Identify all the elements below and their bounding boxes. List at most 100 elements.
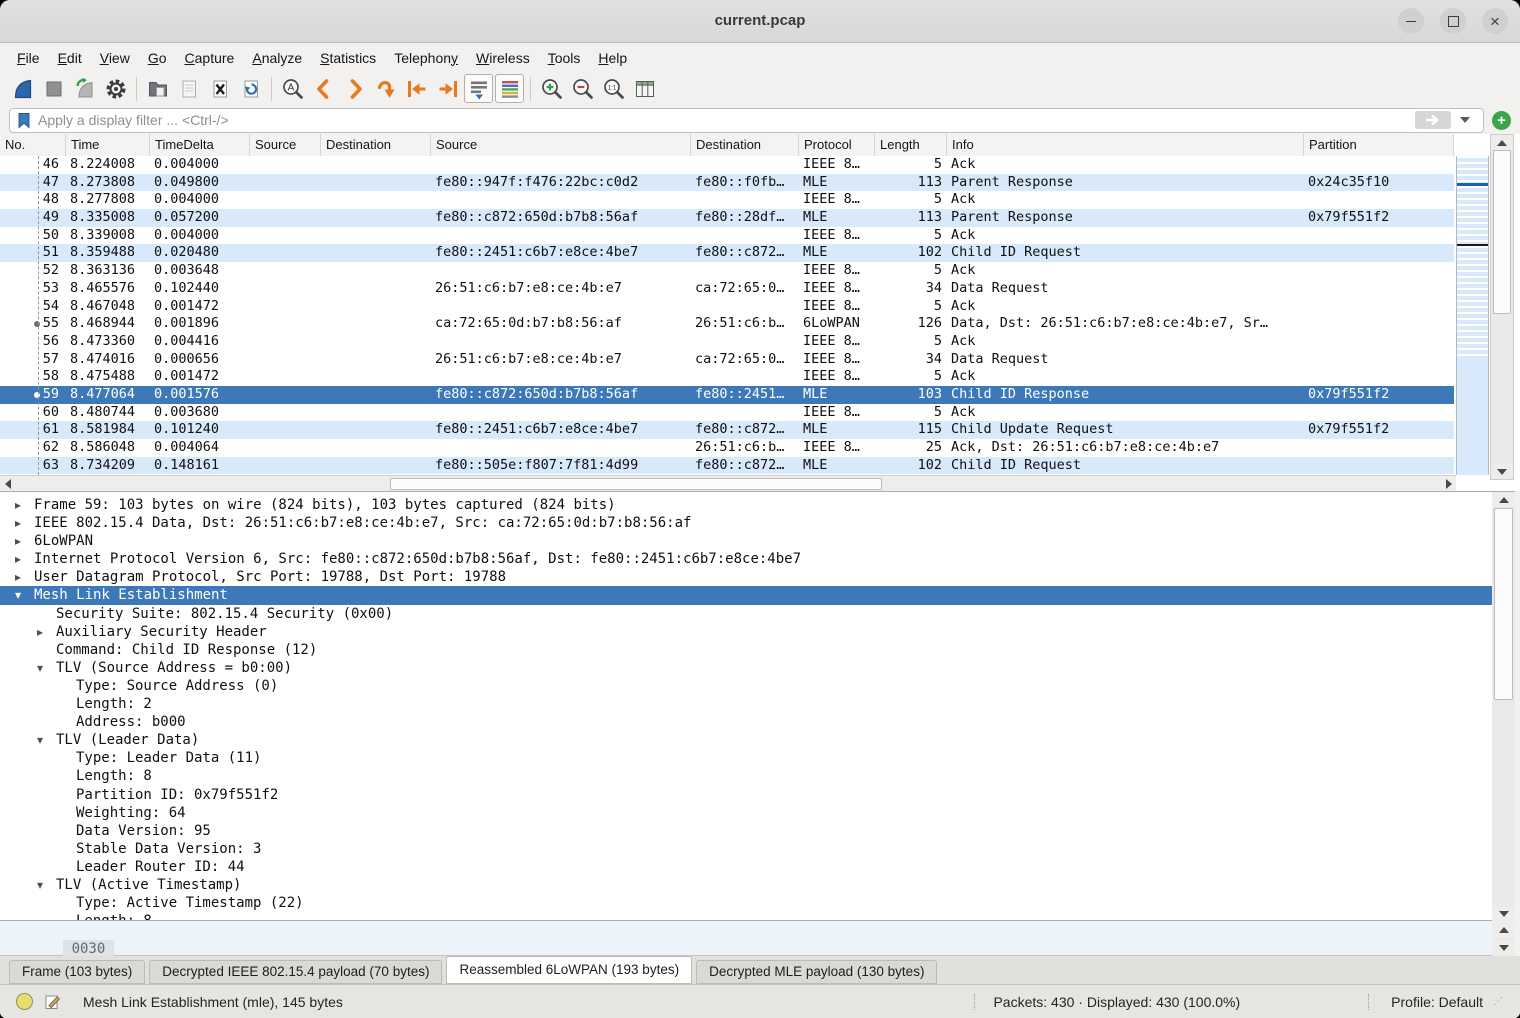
detail-line[interactable]: Partition ID: 0x79f551f2	[0, 786, 1492, 804]
detail-line[interactable]: Length: 8	[0, 912, 1492, 921]
details-vscrollbar[interactable]	[1492, 491, 1515, 921]
expander-closed-icon[interactable]: ▸	[15, 532, 21, 550]
packet-list-minimap[interactable]	[1456, 156, 1489, 475]
scroll-thumb[interactable]	[1493, 150, 1511, 314]
scroll-down-arrow[interactable]	[1491, 464, 1513, 479]
menu-file[interactable]: File	[8, 47, 49, 69]
display-filter-input[interactable]: Apply a display filter ... <Ctrl-/>	[9, 108, 1484, 133]
column-header-source[interactable]: Source	[431, 134, 691, 156]
stop-capture-button[interactable]	[39, 74, 68, 103]
status-profile[interactable]: Profile: Default	[1368, 994, 1483, 1010]
detail-line[interactable]: Weighting: 64	[0, 804, 1492, 822]
packet-row-54[interactable]: 548.4670480.001472IEEE 8…5Ack	[0, 298, 1454, 316]
packet-row-61[interactable]: 618.5819840.101240fe80::2451:c6b7:e8ce:4…	[0, 421, 1454, 439]
menu-help[interactable]: Help	[589, 47, 636, 69]
packet-list-hscrollbar[interactable]	[0, 475, 1456, 491]
column-header-source[interactable]: Source	[250, 134, 321, 156]
detail-line[interactable]: Type: Leader Data (11)	[0, 749, 1492, 767]
zoom-original-button[interactable]: 1:1	[599, 74, 628, 103]
close-file-button[interactable]	[205, 74, 234, 103]
column-header-time[interactable]: Time	[66, 134, 150, 156]
add-filter-button[interactable]: +	[1492, 111, 1511, 130]
filter-bookmark-icon[interactable]	[17, 112, 31, 129]
menu-telephony[interactable]: Telephony	[385, 47, 467, 69]
menu-view[interactable]: View	[91, 47, 139, 69]
column-header-destination[interactable]: Destination	[691, 134, 799, 156]
column-header-info[interactable]: Info	[947, 134, 1304, 156]
detail-line[interactable]: Type: Active Timestamp (22)	[0, 894, 1492, 912]
packet-row-50[interactable]: 508.3390080.004000IEEE 8…5Ack	[0, 227, 1454, 245]
packet-row-56[interactable]: 568.4733600.004416IEEE 8…5Ack	[0, 333, 1454, 351]
find-packet-button[interactable]: A	[278, 74, 307, 103]
menu-tools[interactable]: Tools	[539, 47, 590, 69]
expander-closed-icon[interactable]: ▸	[37, 623, 43, 641]
go-to-packet-button[interactable]	[371, 74, 400, 103]
scroll-up-arrow[interactable]	[1492, 922, 1515, 938]
menu-edit[interactable]: Edit	[49, 47, 91, 69]
titlebar[interactable]: current.pcap ×	[0, 0, 1520, 43]
column-header-destination[interactable]: Destination	[321, 134, 431, 156]
packet-row-52[interactable]: 528.3631360.003648IEEE 8…5Ack	[0, 262, 1454, 280]
detail-line[interactable]: ▾TLV (Source Address = b0:00)	[0, 659, 1492, 677]
packet-row-53[interactable]: 538.4655760.10244026:51:c6:b7:e8:ce:4b:e…	[0, 280, 1454, 298]
scroll-down-arrow[interactable]	[1492, 940, 1515, 956]
packet-row-57[interactable]: 578.4740160.00065626:51:c6:b7:e8:ce:4b:e…	[0, 351, 1454, 369]
scroll-right-arrow[interactable]	[1441, 476, 1456, 491]
packet-row-47[interactable]: 478.2738080.049800fe80::947f:f476:22bc:c…	[0, 174, 1454, 192]
scroll-left-arrow[interactable]	[0, 476, 15, 491]
packet-row-59[interactable]: 598.4770640.001576fe80::c872:650d:b7b8:5…	[0, 386, 1454, 404]
byte-tab[interactable]: Frame (103 bytes)	[9, 960, 145, 984]
detail-line[interactable]: Command: Child ID Response (12)	[0, 641, 1492, 659]
close-button[interactable]: ×	[1482, 8, 1508, 34]
capture-comment-icon[interactable]	[45, 994, 61, 1010]
packet-row-48[interactable]: 488.2778080.004000IEEE 8…5Ack	[0, 191, 1454, 209]
detail-line[interactable]: ▸Auxiliary Security Header	[0, 623, 1492, 641]
packet-list-vscrollbar[interactable]	[1490, 134, 1514, 480]
detail-line[interactable]: Stable Data Version: 3	[0, 840, 1492, 858]
packet-row-55[interactable]: 558.4689440.001896ca:72:65:0d:b7:b8:56:a…	[0, 315, 1454, 333]
first-packet-button[interactable]	[402, 74, 431, 103]
detail-line[interactable]: ▸Frame 59: 103 bytes on wire (824 bits),…	[0, 496, 1492, 514]
column-header-length[interactable]: Length	[875, 134, 947, 156]
column-header-timedelta[interactable]: TimeDelta	[150, 134, 250, 156]
packet-row-46[interactable]: 468.2240080.004000IEEE 8…5Ack	[0, 156, 1454, 174]
expert-info-icon[interactable]	[16, 993, 33, 1010]
go-forward-button[interactable]	[340, 74, 369, 103]
scroll-down-arrow[interactable]	[1492, 906, 1515, 921]
save-file-button[interactable]	[174, 74, 203, 103]
resize-columns-button[interactable]	[630, 74, 659, 103]
packet-row-49[interactable]: 498.3350080.057200fe80::c872:650d:b7b8:5…	[0, 209, 1454, 227]
detail-line[interactable]: ▾TLV (Leader Data)	[0, 731, 1492, 749]
column-header-partition[interactable]: Partition	[1304, 134, 1454, 156]
detail-line[interactable]: Security Suite: 802.15.4 Security (0x00)	[0, 605, 1492, 623]
detail-line[interactable]: Leader Router ID: 44	[0, 858, 1492, 876]
column-header-no[interactable]: No.	[0, 134, 66, 156]
column-header-protocol[interactable]: Protocol	[799, 134, 875, 156]
packet-row-60[interactable]: 608.4807440.003680IEEE 8…5Ack	[0, 404, 1454, 422]
zoom-out-button[interactable]	[568, 74, 597, 103]
resize-grip[interactable]: ⋰	[1493, 996, 1504, 1007]
detail-line[interactable]: ▸Internet Protocol Version 6, Src: fe80:…	[0, 550, 1492, 568]
packet-row-63[interactable]: 638.7342090.148161fe80::505e:f807:7f81:4…	[0, 457, 1454, 475]
detail-line[interactable]: ▸IEEE 802.15.4 Data, Dst: 26:51:c6:b7:e8…	[0, 514, 1492, 532]
start-capture-button[interactable]	[8, 74, 37, 103]
menu-capture[interactable]: Capture	[176, 47, 244, 69]
restart-capture-button[interactable]	[70, 74, 99, 103]
hex-vscrollbar[interactable]	[1492, 922, 1515, 956]
detail-line[interactable]: ▾Mesh Link Establishment	[0, 586, 1492, 604]
expander-open-icon[interactable]: ▾	[37, 876, 43, 894]
colorize-button[interactable]	[495, 74, 524, 103]
detail-line[interactable]: ▸6LoWPAN	[0, 532, 1492, 550]
reload-file-button[interactable]	[236, 74, 265, 103]
detail-line[interactable]: ▾TLV (Active Timestamp)	[0, 876, 1492, 894]
packet-row-51[interactable]: 518.3594880.020480fe80::2451:c6b7:e8ce:4…	[0, 244, 1454, 262]
detail-line[interactable]: Address: b000	[0, 713, 1492, 731]
menu-go[interactable]: Go	[139, 47, 176, 69]
detail-line[interactable]: Length: 8	[0, 767, 1492, 785]
detail-line[interactable]: Data Version: 95	[0, 822, 1492, 840]
expander-open-icon[interactable]: ▾	[37, 731, 43, 749]
auto-scroll-button[interactable]	[464, 74, 493, 103]
detail-line[interactable]: Type: Source Address (0)	[0, 677, 1492, 695]
byte-tab[interactable]: Decrypted MLE payload (130 bytes)	[696, 960, 937, 984]
zoom-in-button[interactable]	[537, 74, 566, 103]
